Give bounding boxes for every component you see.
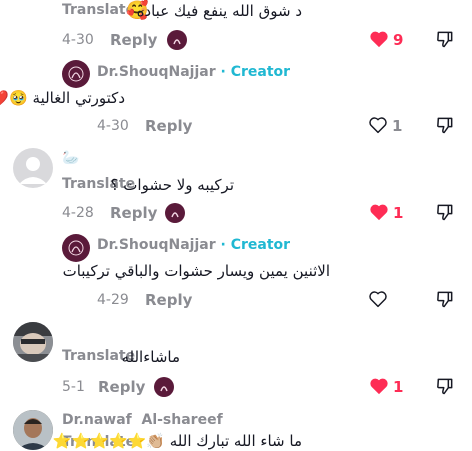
creator-badge: Creator [230, 64, 291, 80]
separator-dot: · [220, 237, 226, 253]
like-count: 1 [393, 378, 404, 396]
author-name: Dr.ShouqNajjar [97, 237, 216, 253]
avatar[interactable] [13, 322, 53, 362]
author-name: Dr.ShouqNajjar [97, 64, 216, 80]
reply-button[interactable]: Reply [110, 204, 157, 222]
creator-avatar[interactable] [62, 60, 90, 88]
reply-author[interactable]: Dr.ShouqNajjar · Creator [97, 237, 290, 253]
like-heart-icon[interactable] [368, 290, 388, 312]
comment-date: 4-28 [62, 205, 94, 221]
dislike-icon[interactable] [435, 376, 455, 400]
reply-button[interactable]: Reply [110, 31, 157, 49]
translate-button[interactable]: Translate [62, 2, 135, 18]
creator-avatar[interactable] [62, 234, 90, 262]
logo-icon [68, 240, 84, 256]
comment-text: تركيبه ولا حشوات ؟ [110, 176, 234, 194]
like-count: 9 [393, 31, 404, 49]
logo-icon [68, 66, 84, 82]
author-emoji: 🦢 [62, 150, 80, 166]
creator-liked-avatar [154, 377, 174, 397]
comment-text: ماشاءالله [121, 348, 180, 366]
comment-date: 5-1 [62, 379, 85, 395]
user-photo-icon [13, 410, 53, 450]
like-count: 1 [392, 117, 403, 135]
reply-date: 4-30 [97, 118, 129, 134]
reply-button[interactable]: Reply [98, 378, 145, 396]
like-count: 1 [393, 204, 404, 222]
like-heart-icon[interactable] [369, 203, 389, 225]
reply-author[interactable]: Dr.ShouqNajjar · Creator [97, 64, 290, 80]
dislike-icon[interactable] [435, 289, 455, 313]
comment-text: د شوق الله ينفع فيك عباده [136, 2, 302, 20]
separator-dot: · [220, 64, 226, 80]
creator-liked-avatar [165, 203, 185, 223]
default-avatar-icon [19, 157, 47, 184]
comment-date: 4-30 [62, 32, 94, 48]
like-heart-icon[interactable] [368, 116, 388, 138]
comment-text: ما شاء الله تبارك الله 👏🏼⭐⭐⭐⭐⭐ [52, 432, 302, 450]
reply-text: الاثنين يمين ويسار حشوات والباقي تركيبات [62, 262, 330, 280]
reply-date: 4-29 [97, 292, 129, 308]
author-name[interactable]: Dr.nawaf Al-shareef [62, 412, 223, 428]
logo-icon [171, 212, 179, 218]
reply-text: دكتورتي الغالية 🥹❤️ [0, 89, 125, 107]
creator-liked-avatar [167, 30, 187, 50]
like-heart-icon[interactable] [369, 377, 389, 399]
reply-button[interactable]: Reply [145, 291, 192, 309]
dislike-icon[interactable] [435, 202, 455, 226]
dislike-icon[interactable] [435, 115, 455, 139]
logo-icon [173, 39, 181, 45]
reply-button[interactable]: Reply [145, 117, 192, 135]
like-heart-icon[interactable] [369, 30, 389, 52]
avatar[interactable] [13, 410, 53, 450]
avatar[interactable] [13, 148, 53, 188]
logo-icon [160, 386, 168, 392]
creator-badge: Creator [230, 237, 291, 253]
dislike-icon[interactable] [435, 29, 455, 53]
user-photo-icon [13, 322, 53, 362]
